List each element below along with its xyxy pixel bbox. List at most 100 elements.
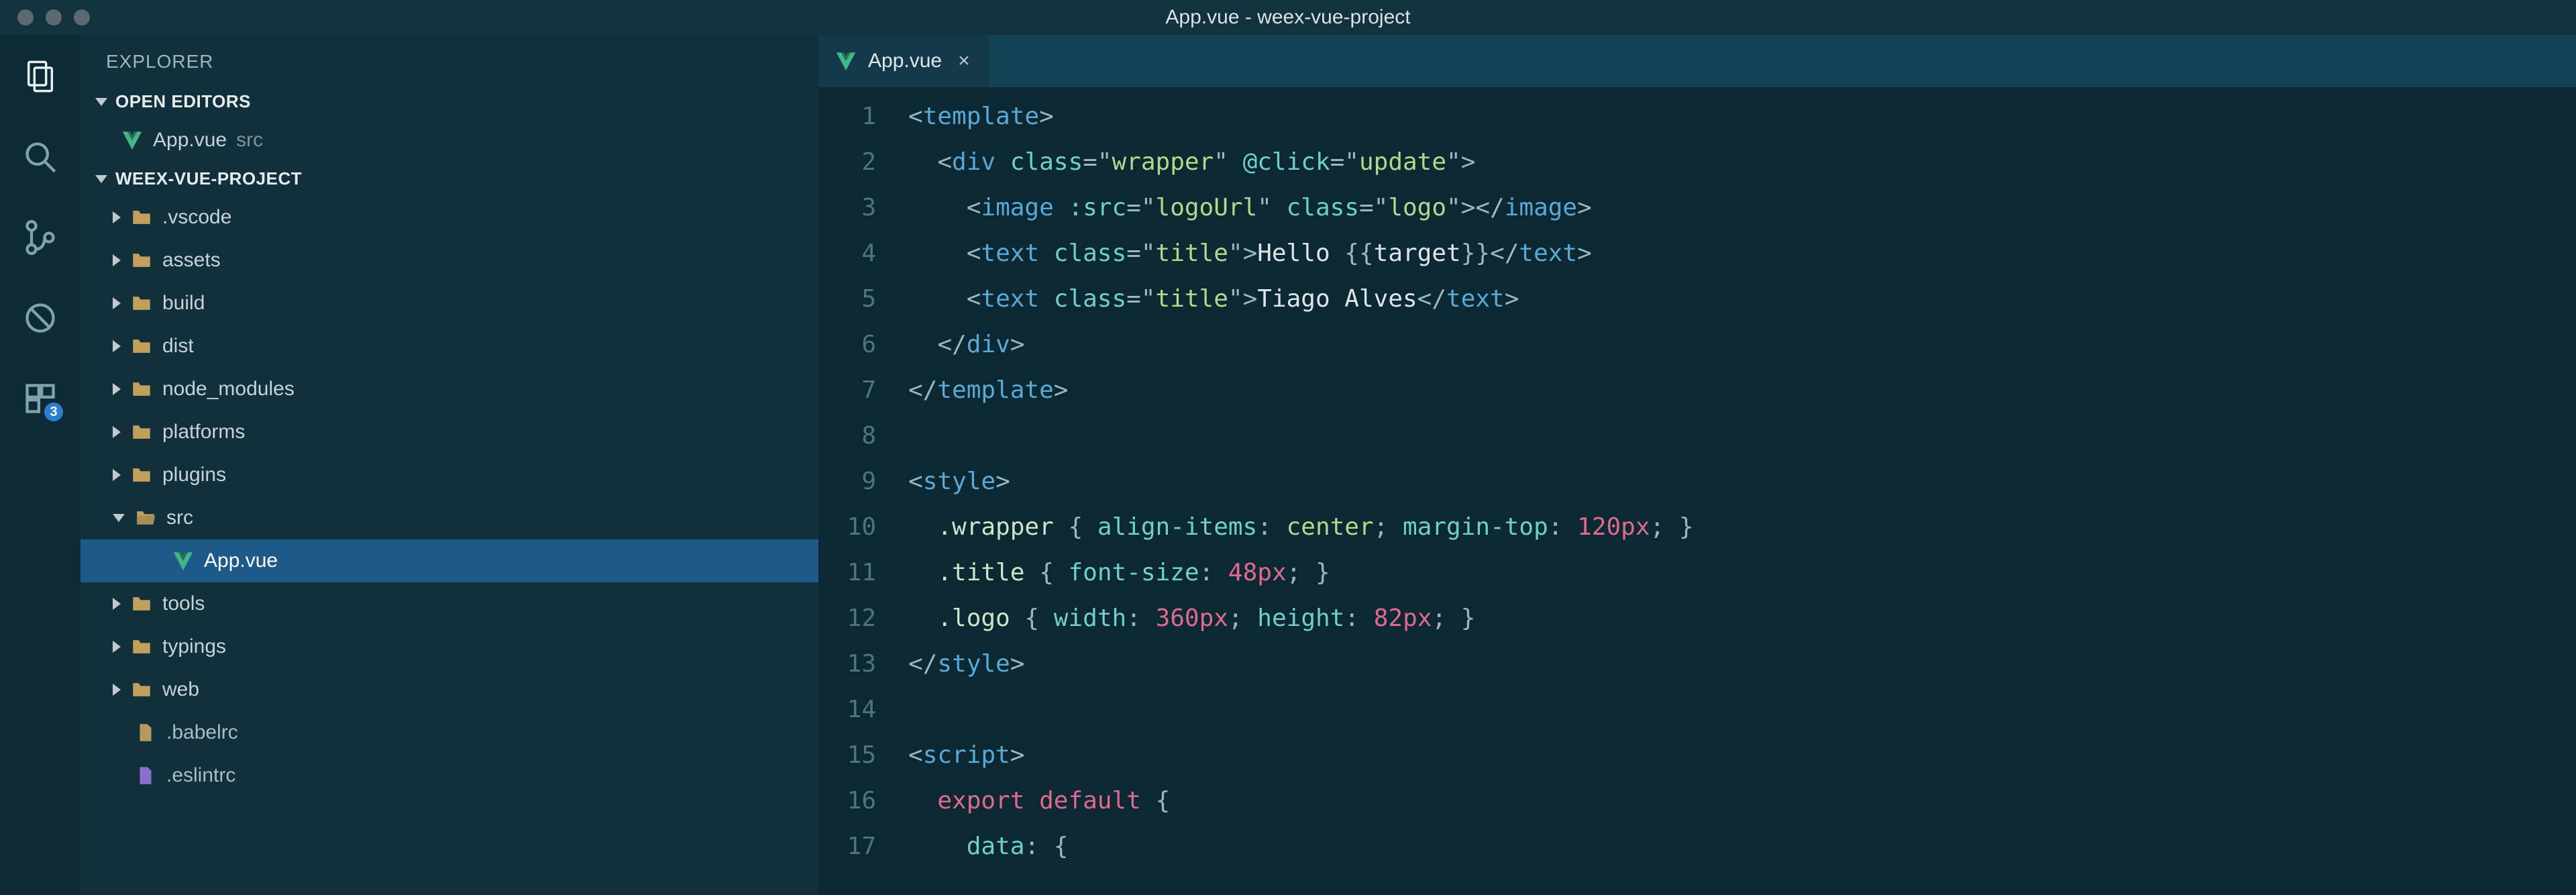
- chevron-icon: [113, 641, 121, 653]
- code-line[interactable]: <script>: [908, 733, 2576, 778]
- code-line[interactable]: </template>: [908, 368, 2576, 413]
- tree-item-plugins[interactable]: plugins: [80, 454, 818, 496]
- tab-label: App.vue: [868, 50, 942, 72]
- code-line[interactable]: <div class="wrapper" @click="update">: [908, 140, 2576, 185]
- line-number: 7: [818, 368, 892, 413]
- window: App.vue - weex-vue-project 3 EXPLORER: [0, 0, 2576, 895]
- project-header[interactable]: WEEX-VUE-PROJECT: [80, 162, 818, 196]
- sidebar-title: EXPLORER: [80, 35, 818, 85]
- tree-item-label: plugins: [162, 464, 226, 486]
- line-number: 13: [818, 641, 892, 687]
- explorer-icon[interactable]: [20, 56, 60, 97]
- code-line[interactable]: .logo { width: 360px; height: 82px; }: [908, 596, 2576, 641]
- tree-item-build[interactable]: build: [80, 282, 818, 325]
- code-line[interactable]: [908, 413, 2576, 459]
- line-number: 2: [818, 140, 892, 185]
- line-number: 15: [818, 733, 892, 778]
- project-label: WEEX-VUE-PROJECT: [115, 168, 302, 189]
- chevron-icon: [113, 297, 121, 309]
- line-number: 8: [818, 413, 892, 459]
- open-editor-item[interactable]: App.vue src: [80, 119, 818, 162]
- code-line[interactable]: data: {: [908, 824, 2576, 870]
- chevron-icon: [113, 426, 121, 438]
- tree-item-label: .babelrc: [166, 721, 238, 744]
- folder-icon: [130, 592, 153, 615]
- code-editor[interactable]: 1234567891011121314151617 <template> <di…: [818, 87, 2576, 895]
- tree-item-tools[interactable]: tools: [80, 582, 818, 625]
- file-icon: [134, 721, 157, 744]
- tree-item-node-modules[interactable]: node_modules: [80, 368, 818, 411]
- close-window-icon[interactable]: [17, 9, 34, 25]
- tree-item-label: build: [162, 292, 205, 315]
- vue-icon: [835, 50, 857, 72]
- chevron-icon: [113, 340, 121, 352]
- vue-icon: [172, 549, 195, 572]
- close-icon[interactable]: ×: [958, 50, 970, 72]
- chevron-icon: [113, 598, 121, 610]
- chevron-icon: [113, 383, 121, 395]
- chevron-icon: [113, 684, 121, 696]
- tree-item--vscode[interactable]: .vscode: [80, 196, 818, 239]
- file-icon: [134, 764, 157, 787]
- code-line[interactable]: </style>: [908, 641, 2576, 687]
- tree-item-src[interactable]: src: [80, 496, 818, 539]
- folder-icon: [130, 635, 153, 658]
- code-line[interactable]: <image :src="logoUrl" class="logo"></ima…: [908, 185, 2576, 231]
- folder-icon: [130, 678, 153, 701]
- line-number: 9: [818, 459, 892, 505]
- sidebar: EXPLORER OPEN EDITORS App.vuesrc WEEX-VU…: [80, 35, 818, 895]
- window-controls: [0, 9, 90, 25]
- code-line[interactable]: <template>: [908, 94, 2576, 140]
- code-line[interactable]: export default {: [908, 778, 2576, 824]
- debug-icon[interactable]: [20, 298, 60, 338]
- line-number: 1: [818, 94, 892, 140]
- tree-item-label: web: [162, 678, 199, 701]
- tree-item-App-vue[interactable]: App.vue: [80, 539, 818, 582]
- tree-item-label: typings: [162, 635, 226, 658]
- code-line[interactable]: <text class="title">Tiago Alves</text>: [908, 276, 2576, 322]
- open-editors-header[interactable]: OPEN EDITORS: [80, 85, 818, 119]
- code-line[interactable]: .title { font-size: 48px; }: [908, 550, 2576, 596]
- tree-item-typings[interactable]: typings: [80, 625, 818, 668]
- search-icon[interactable]: [20, 137, 60, 177]
- minimize-window-icon[interactable]: [46, 9, 62, 25]
- file-path: src: [236, 129, 263, 152]
- line-number: 16: [818, 778, 892, 824]
- tree-item--eslintrc[interactable]: .eslintrc: [80, 754, 818, 797]
- line-number: 10: [818, 505, 892, 550]
- extensions-icon[interactable]: 3: [20, 378, 60, 419]
- extensions-badge: 3: [44, 403, 63, 421]
- tab-app-vue[interactable]: App.vue ×: [818, 35, 989, 87]
- line-number: 3: [818, 185, 892, 231]
- folder-icon: [130, 378, 153, 401]
- folder-icon: [130, 292, 153, 315]
- code-line[interactable]: .wrapper { align-items: center; margin-t…: [908, 505, 2576, 550]
- main: 3 EXPLORER OPEN EDITORS App.vuesrc WEEX-…: [0, 35, 2576, 895]
- code-line[interactable]: </div>: [908, 322, 2576, 368]
- code-line[interactable]: [908, 687, 2576, 733]
- tabbar-background: [989, 35, 2576, 87]
- file-tree: .vscodeassets build dist node_modulesplatfo…: [80, 196, 818, 797]
- tree-item-assets[interactable]: assets: [80, 239, 818, 282]
- tree-item-platforms[interactable]: platforms: [80, 411, 818, 454]
- activitybar: 3: [0, 35, 80, 895]
- folder-icon: [130, 335, 153, 358]
- code-line[interactable]: <style>: [908, 459, 2576, 505]
- source-control-icon[interactable]: [20, 217, 60, 258]
- line-number: 11: [818, 550, 892, 596]
- open-editors-label: OPEN EDITORS: [115, 91, 251, 112]
- chevron-icon: [113, 254, 121, 266]
- tree-item-dist[interactable]: dist: [80, 325, 818, 368]
- tree-item--babelrc[interactable]: .babelrc: [80, 711, 818, 754]
- code-lines[interactable]: <template> <div class="wrapper" @click="…: [892, 87, 2576, 895]
- tree-item-web[interactable]: web: [80, 668, 818, 711]
- titlebar: App.vue - weex-vue-project: [0, 0, 2576, 35]
- maximize-window-icon[interactable]: [74, 9, 90, 25]
- code-line[interactable]: <text class="title">Hello {{target}}</te…: [908, 231, 2576, 276]
- chevron-icon: [113, 211, 121, 223]
- tree-item-label: node_modules: [162, 378, 294, 401]
- file-name: App.vue: [153, 129, 227, 152]
- chevron-down-icon: [95, 98, 107, 106]
- line-number: 14: [818, 687, 892, 733]
- folder-icon: [130, 206, 153, 229]
